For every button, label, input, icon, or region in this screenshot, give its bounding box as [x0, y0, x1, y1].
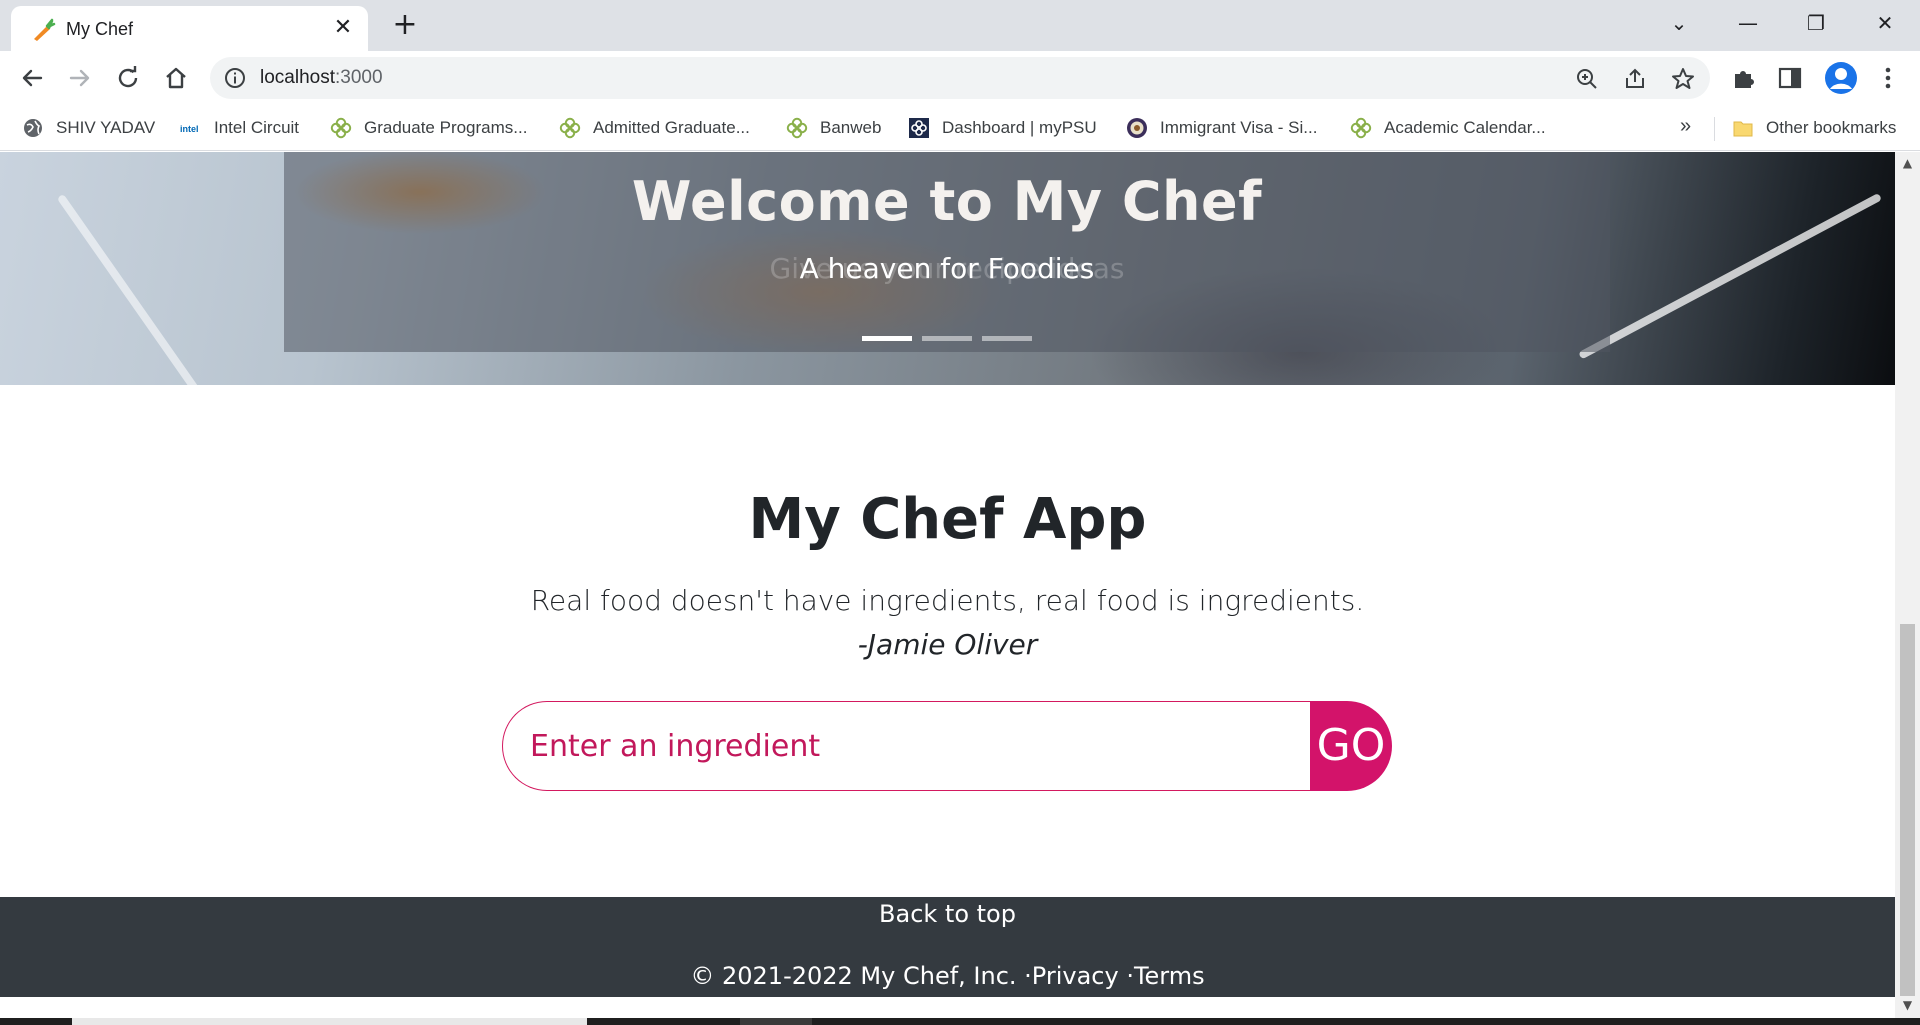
go-button[interactable]: GO: [1310, 701, 1392, 791]
bookmark-star-icon[interactable]: [1670, 66, 1696, 92]
close-tab-icon[interactable]: ✕: [330, 15, 356, 41]
clover-icon: [786, 117, 808, 139]
restore-button[interactable]: ❐: [1796, 8, 1836, 38]
address-port: :3000: [335, 67, 383, 88]
clover-icon: [1350, 117, 1372, 139]
terms-link[interactable]: ·Terms: [1126, 962, 1204, 990]
bookmark-label: Intel Circuit: [214, 118, 300, 137]
taskbar-segment: [72, 1018, 587, 1025]
other-bookmarks-label: Other bookmarks: [1766, 118, 1897, 137]
close-window-button[interactable]: ✕: [1865, 8, 1905, 38]
bookmark-label: Admitted Graduate...: [593, 118, 750, 137]
seal-icon: [1127, 118, 1147, 138]
carousel-indicator-2[interactable]: [922, 336, 972, 341]
new-tab-button[interactable]: +: [390, 10, 420, 41]
globe-icon: [24, 119, 42, 137]
quote-text: Real food doesn't have ingredients, real…: [530, 584, 1365, 617]
forward-arrow-icon[interactable]: [64, 62, 96, 94]
bookmark-admitted-graduate[interactable]: Admitted Graduate...: [559, 115, 750, 141]
page-scrollbar[interactable]: ▲ ▼: [1895, 152, 1920, 1018]
bookmark-immigrant-visa[interactable]: Immigrant Visa - Si...: [1126, 115, 1317, 141]
site-info-icon[interactable]: [224, 67, 246, 89]
carousel-indicators: [284, 336, 1610, 341]
scroll-up-arrow-icon[interactable]: ▲: [1895, 156, 1920, 172]
page-viewport: Welcome to My Chef Give us your recipe i…: [0, 152, 1895, 1018]
reload-icon[interactable]: [112, 62, 144, 94]
bookmark-shiv-yadav[interactable]: SHIV YADAV: [22, 115, 155, 141]
hero-title: Welcome to My Chef: [631, 170, 1263, 233]
bookmark-label: Dashboard | myPSU: [942, 118, 1097, 137]
profile-avatar-icon[interactable]: [1824, 61, 1858, 95]
bookmark-intel-circuit[interactable]: intel Intel Circuit: [180, 115, 299, 141]
bookmark-label: SHIV YADAV: [56, 118, 156, 137]
other-bookmarks-folder[interactable]: Other bookmarks: [1732, 115, 1896, 141]
scroll-down-arrow-icon[interactable]: ▼: [1895, 998, 1920, 1014]
back-arrow-icon[interactable]: [16, 62, 48, 94]
hero-image-detail: [56, 193, 213, 385]
bookmark-label: Graduate Programs...: [364, 118, 528, 137]
ingredient-search-form: GO: [502, 701, 1392, 791]
address-host: localhost: [260, 67, 335, 88]
address-text[interactable]: localhost:3000: [260, 67, 383, 89]
home-icon[interactable]: [160, 62, 192, 94]
tab-title: My Chef: [66, 19, 134, 39]
taskbar-segment: [740, 1018, 812, 1025]
hero-image-detail: [1578, 192, 1883, 360]
carousel-caption: Welcome to My Chef Give us your recipe i…: [284, 152, 1610, 352]
menu-dots-icon[interactable]: [1874, 64, 1902, 92]
clover-icon: [330, 117, 352, 139]
extensions-icon[interactable]: [1729, 64, 1757, 92]
address-bar[interactable]: localhost:3000: [210, 57, 1710, 99]
bookmark-graduate-programs[interactable]: Graduate Programs...: [330, 115, 527, 141]
hero-carousel: Welcome to My Chef Give us your recipe i…: [0, 152, 1895, 385]
quote-author: -Jamie Oliver: [857, 628, 1038, 661]
folder-icon: [1733, 121, 1753, 137]
bookmark-label: Immigrant Visa - Si...: [1160, 118, 1318, 137]
bookmark-label: Banweb: [820, 118, 882, 137]
share-icon[interactable]: [1622, 66, 1648, 92]
privacy-link[interactable]: ·Privacy: [1024, 962, 1126, 990]
carousel-indicator-3[interactable]: [982, 336, 1032, 341]
tab-strip: My Chef ✕ + ⌄ — ❐ ✕: [0, 0, 1920, 51]
carousel-indicator-1[interactable]: [862, 336, 912, 341]
svg-text:intel: intel: [180, 124, 199, 134]
page-title: My Chef App: [748, 487, 1147, 552]
copyright-line: © 2021-2022 My Chef, Inc. ·Privacy ·Term…: [0, 962, 1895, 990]
zoom-icon[interactable]: [1574, 66, 1600, 92]
copyright-text: © 2021-2022 My Chef, Inc.: [690, 962, 1025, 990]
minimize-button[interactable]: —: [1728, 8, 1768, 38]
clover-icon: [559, 117, 581, 139]
side-panel-icon[interactable]: [1776, 64, 1804, 92]
hero-subtitle: A heaven for Foodies: [799, 252, 1095, 285]
bookmarks-overflow-button[interactable]: »: [1680, 115, 1691, 138]
carrot-icon: [34, 18, 56, 41]
tab-search-icon[interactable]: ⌄: [1659, 8, 1699, 38]
bookmark-academic-calendar[interactable]: Academic Calendar...: [1350, 115, 1546, 141]
footer: Back to top © 2021-2022 My Chef, Inc. ·P…: [0, 897, 1895, 997]
scrollbar-thumb[interactable]: [1900, 624, 1915, 996]
bookmark-banweb[interactable]: Banweb: [786, 115, 881, 141]
tab-my-chef[interactable]: My Chef ✕: [11, 6, 368, 51]
intel-icon: intel: [180, 124, 199, 134]
bookmarks-bar: SHIV YADAV intel Intel Circuit Graduate …: [0, 105, 1920, 151]
bookmark-dashboard-mypsu[interactable]: Dashboard | myPSU: [908, 115, 1097, 141]
bookmark-label: Academic Calendar...: [1384, 118, 1546, 137]
bookmarks-separator: [1714, 117, 1715, 141]
browser-toolbar: localhost:3000: [0, 51, 1920, 105]
taskbar-edge: [0, 1018, 1920, 1025]
mypsu-icon: [909, 118, 929, 138]
ingredient-input[interactable]: [502, 701, 1312, 791]
back-to-top-link[interactable]: Back to top: [0, 900, 1895, 928]
